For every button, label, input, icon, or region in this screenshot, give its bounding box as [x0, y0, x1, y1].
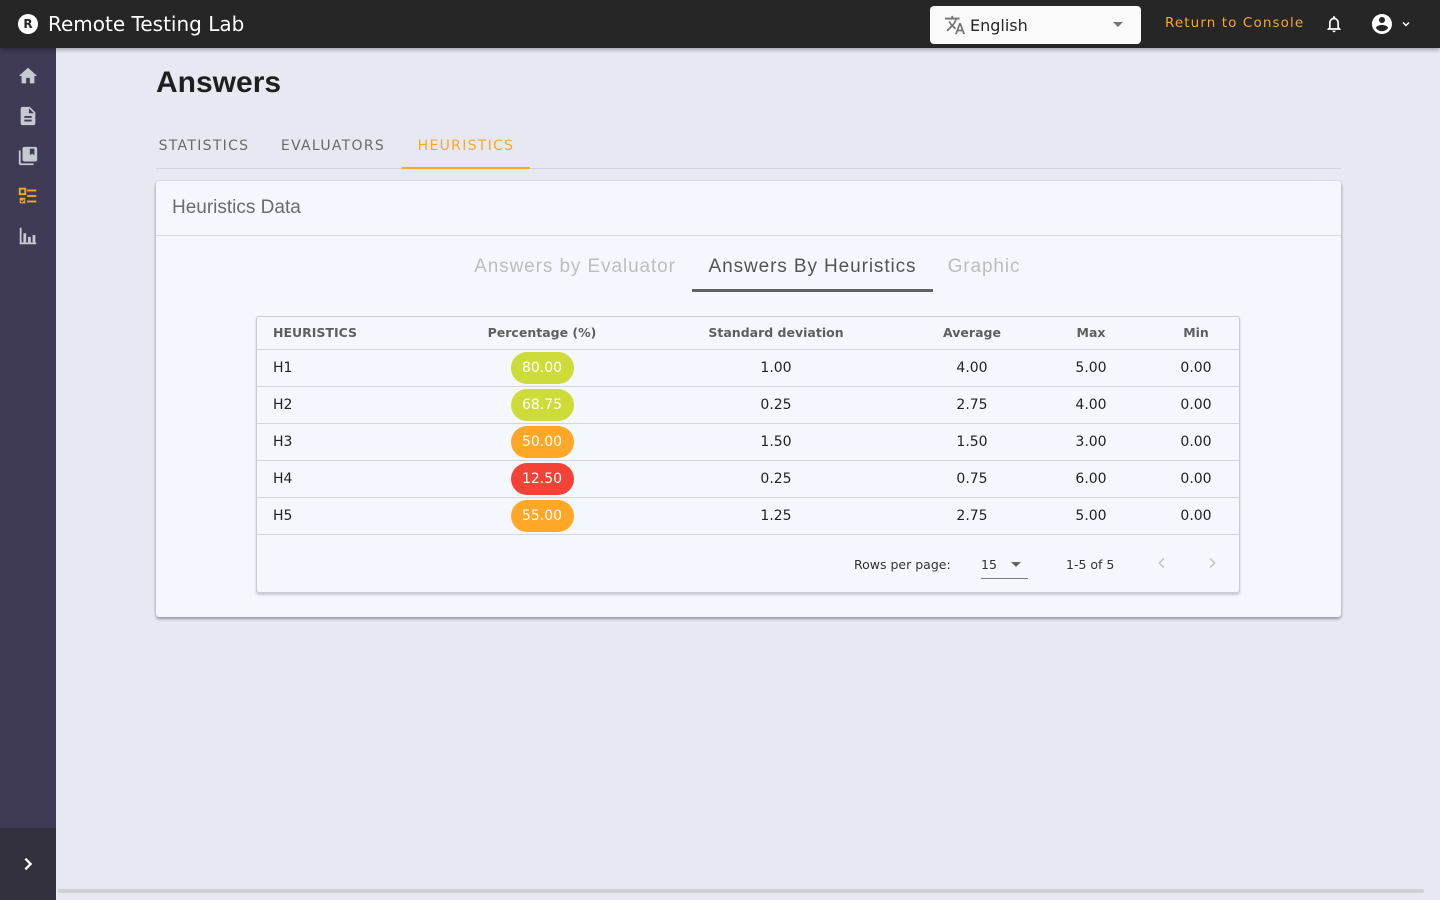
brand[interactable]: R Remote Testing Lab: [18, 12, 244, 36]
cell-percentage: 50.00: [447, 423, 637, 461]
cell-max: 5.00: [1029, 497, 1153, 535]
language-value: English: [970, 15, 1028, 35]
checklist-icon: [18, 187, 37, 204]
column-header-min[interactable]: Min: [1153, 317, 1239, 350]
account-circle-icon: [1372, 14, 1392, 34]
table-row: H5 55.00 1.25 2.75 5.00 0.00: [257, 497, 1239, 535]
sidebar-item-library[interactable]: [16, 144, 40, 168]
account-menu[interactable]: [1370, 12, 1412, 36]
dropdown-caret-icon: [1011, 562, 1021, 567]
chevron-down-icon: [1402, 21, 1410, 27]
file-document-icon: [20, 106, 36, 126]
card-title: Heuristics Data: [156, 181, 1341, 236]
cell-average: 2.75: [915, 497, 1029, 535]
cell-heuristic: H2: [257, 386, 447, 424]
sidebar-item-analytics[interactable]: [16, 224, 40, 248]
cell-std: 1.50: [637, 423, 915, 461]
cell-min: 0.00: [1153, 423, 1239, 461]
next-page-button[interactable]: [1200, 551, 1224, 575]
library-books-icon: [18, 146, 38, 166]
sidebar-item-document[interactable]: [16, 104, 40, 128]
column-header-average[interactable]: Average: [915, 317, 1029, 350]
subtab-graphic[interactable]: Graphic: [940, 243, 1028, 291]
cell-heuristic: H1: [257, 349, 447, 387]
cell-average: 1.50: [915, 423, 1029, 461]
tab-statistics[interactable]: STATISTICS: [156, 124, 252, 168]
cell-std: 0.25: [637, 386, 915, 424]
heuristics-data-card: Heuristics Data Answers by Evaluator Ans…: [156, 181, 1341, 617]
bell-icon[interactable]: [1324, 14, 1344, 34]
cell-average: 2.75: [915, 386, 1029, 424]
sidebar-expand-button[interactable]: [0, 828, 56, 900]
table-header-row: HEURISTICS Percentage (%) Standard devia…: [257, 317, 1239, 350]
cell-min: 0.00: [1153, 497, 1239, 535]
cell-heuristic: H5: [257, 497, 447, 535]
rows-per-page-value: 15: [981, 557, 997, 572]
home-icon: [18, 67, 38, 84]
pagination-range: 1-5 of 5: [1066, 557, 1115, 572]
percentage-chip: 68.75: [510, 388, 574, 421]
table-pagination: Rows per page: 15 1-5 of 5: [257, 533, 1239, 593]
tab-heuristics[interactable]: HEURISTICS: [402, 124, 530, 169]
cell-percentage: 80.00: [447, 349, 637, 387]
heuristics-table: HEURISTICS Percentage (%) Standard devia…: [256, 316, 1240, 593]
answers-tabs: STATISTICS EVALUATORS HEURISTICS: [156, 124, 1341, 169]
cell-percentage: 68.75: [447, 386, 637, 424]
cell-min: 0.00: [1153, 386, 1239, 424]
translate-icon: [944, 15, 966, 35]
rows-per-page-select[interactable]: 15: [981, 549, 1028, 579]
data-view-tabs: Answers by Evaluator Answers By Heuristi…: [156, 243, 1341, 293]
percentage-chip: 12.50: [510, 462, 574, 495]
table-row: H1 80.00 1.00 4.00 5.00 0.00: [257, 349, 1239, 387]
percentage-chip: 55.00: [510, 499, 574, 532]
cell-heuristic: H4: [257, 460, 447, 498]
column-header-percentage[interactable]: Percentage (%): [447, 317, 637, 350]
cell-max: 3.00: [1029, 423, 1153, 461]
cell-average: 0.75: [915, 460, 1029, 498]
sidebar-item-home[interactable]: [16, 64, 40, 88]
column-header-std[interactable]: Standard deviation: [637, 317, 915, 350]
cell-heuristic: H3: [257, 423, 447, 461]
cell-std: 1.25: [637, 497, 915, 535]
cell-max: 4.00: [1029, 386, 1153, 424]
sidebar-item-answers[interactable]: [16, 184, 40, 208]
column-header-heuristics[interactable]: HEURISTICS: [257, 317, 447, 350]
chevron-left-icon: [1158, 557, 1165, 569]
subtab-answers-by-heuristics[interactable]: Answers By Heuristics: [692, 243, 933, 292]
chevron-right-icon: [24, 857, 33, 871]
sidebar: [0, 48, 56, 900]
app-logo: R: [18, 14, 38, 34]
language-select[interactable]: English: [930, 6, 1141, 44]
cell-std: 1.00: [637, 349, 915, 387]
cell-std: 0.25: [637, 460, 915, 498]
cell-percentage: 55.00: [447, 497, 637, 535]
cell-max: 6.00: [1029, 460, 1153, 498]
percentage-chip: 50.00: [510, 425, 574, 458]
cell-percentage: 12.50: [447, 460, 637, 498]
tab-evaluators[interactable]: EVALUATORS: [270, 124, 396, 168]
page-title: Answers: [156, 66, 282, 99]
subtab-answers-by-evaluator[interactable]: Answers by Evaluator: [466, 243, 684, 291]
horizontal-scrollbar[interactable]: [58, 889, 1424, 893]
top-app-bar: R Remote Testing Lab English Return to C…: [0, 0, 1440, 48]
cell-min: 0.00: [1153, 349, 1239, 387]
cell-min: 0.00: [1153, 460, 1239, 498]
cell-average: 4.00: [915, 349, 1029, 387]
app-title: Remote Testing Lab: [48, 12, 245, 36]
rows-per-page-label: Rows per page:: [854, 557, 951, 572]
table-row: H2 68.75 0.25 2.75 4.00 0.00: [257, 386, 1239, 424]
return-to-console-link[interactable]: Return to Console: [1165, 15, 1304, 31]
column-header-max[interactable]: Max: [1029, 317, 1153, 350]
dropdown-caret-icon: [1113, 22, 1123, 27]
table-row: H4 12.50 0.25 0.75 6.00 0.00: [257, 460, 1239, 498]
chevron-right-icon: [1209, 557, 1216, 569]
previous-page-button[interactable]: [1150, 551, 1174, 575]
table-row: H3 50.00 1.50 1.50 3.00 0.00: [257, 423, 1239, 461]
percentage-chip: 80.00: [510, 351, 574, 384]
bar-chart-icon: [19, 227, 37, 245]
cell-max: 5.00: [1029, 349, 1153, 387]
